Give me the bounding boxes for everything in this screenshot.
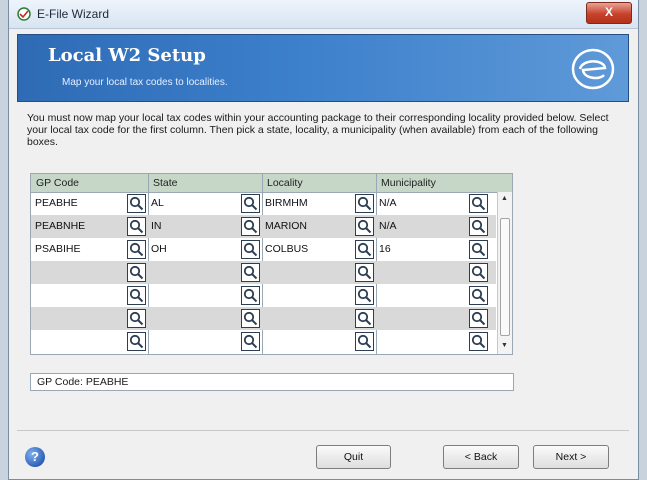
magnifier-icon[interactable] (241, 263, 260, 282)
magnifier-icon[interactable] (127, 194, 146, 213)
table-row[interactable] (31, 330, 496, 353)
cell-municipality[interactable]: 16 (379, 243, 391, 255)
grid-header: GP Code State Locality Municipality (31, 174, 512, 193)
wizard-header: Local W2 Setup Map your local tax codes … (17, 34, 629, 102)
magnifier-icon[interactable] (355, 217, 374, 236)
magnifier-icon[interactable] (127, 217, 146, 236)
cell-locality[interactable]: MARION (265, 220, 307, 232)
column-header-gp-code: GP Code (36, 177, 79, 189)
magnifier-icon[interactable] (355, 309, 374, 328)
title-bar: E-File Wizard X (9, 0, 638, 29)
e-logo-icon (571, 48, 615, 90)
magnifier-icon[interactable] (127, 240, 146, 259)
magnifier-icon[interactable] (355, 240, 374, 259)
back-button[interactable]: < Back (443, 445, 519, 469)
table-row[interactable] (31, 307, 496, 330)
page-subtitle: Map your local tax codes to localities. (62, 77, 228, 88)
app-icon (17, 7, 31, 21)
magnifier-icon[interactable] (241, 194, 260, 213)
quit-button[interactable]: Quit (316, 445, 391, 469)
grid-scrollbar[interactable]: ▲ ▼ (497, 192, 512, 354)
cell-locality[interactable]: BIRMHM (265, 197, 308, 209)
cell-state[interactable]: OH (151, 243, 167, 255)
scroll-up-icon[interactable]: ▲ (501, 195, 508, 202)
cell-gp-code[interactable]: PEABNHE (35, 220, 85, 232)
magnifier-icon[interactable] (469, 194, 488, 213)
column-header-locality: Locality (267, 177, 303, 189)
cell-municipality[interactable]: N/A (379, 197, 397, 209)
cell-municipality[interactable]: N/A (379, 220, 397, 232)
magnifier-icon[interactable] (127, 286, 146, 305)
magnifier-icon[interactable] (241, 217, 260, 236)
table-row[interactable] (31, 284, 496, 307)
magnifier-icon[interactable] (241, 240, 260, 259)
magnifier-icon[interactable] (355, 194, 374, 213)
wizard-window: E-File Wizard X Local W2 Setup Map your … (8, 0, 639, 480)
magnifier-icon[interactable] (127, 309, 146, 328)
magnifier-icon[interactable] (241, 332, 260, 351)
table-row[interactable]: PEABNHE IN MARION N/A (31, 215, 496, 238)
window-title: E-File Wizard (37, 7, 110, 21)
magnifier-icon[interactable] (469, 240, 488, 259)
selected-code-field: GP Code: PEABHE (30, 373, 514, 391)
mapping-grid: GP Code State Locality Municipality PEAB… (30, 173, 513, 355)
table-row[interactable]: PEABHE AL BIRMHM N/A (31, 192, 496, 215)
cell-gp-code[interactable]: PSABIHE (35, 243, 81, 255)
magnifier-icon[interactable] (241, 309, 260, 328)
page-title: Local W2 Setup (48, 45, 206, 66)
help-icon[interactable]: ? (25, 447, 45, 467)
column-header-municipality: Municipality (381, 177, 436, 189)
magnifier-icon[interactable] (127, 263, 146, 282)
magnifier-icon[interactable] (241, 286, 260, 305)
magnifier-icon[interactable] (469, 286, 488, 305)
magnifier-icon[interactable] (355, 286, 374, 305)
close-button[interactable]: X (586, 2, 632, 24)
table-row[interactable] (31, 261, 496, 284)
footer-divider (17, 430, 629, 431)
cell-state[interactable]: AL (151, 197, 164, 209)
magnifier-icon[interactable] (127, 332, 146, 351)
instructions-text: You must now map your local tax codes wi… (27, 112, 609, 148)
magnifier-icon[interactable] (355, 263, 374, 282)
cell-locality[interactable]: COLBUS (265, 243, 308, 255)
scroll-thumb[interactable] (500, 218, 510, 336)
magnifier-icon[interactable] (355, 332, 374, 351)
cell-state[interactable]: IN (151, 220, 162, 232)
next-button[interactable]: Next > (533, 445, 609, 469)
magnifier-icon[interactable] (469, 309, 488, 328)
magnifier-icon[interactable] (469, 263, 488, 282)
magnifier-icon[interactable] (469, 332, 488, 351)
magnifier-icon[interactable] (469, 217, 488, 236)
scroll-down-icon[interactable]: ▼ (501, 342, 508, 349)
column-header-state: State (153, 177, 178, 189)
cell-gp-code[interactable]: PEABHE (35, 197, 78, 209)
table-row[interactable]: PSABIHE OH COLBUS 16 (31, 238, 496, 261)
